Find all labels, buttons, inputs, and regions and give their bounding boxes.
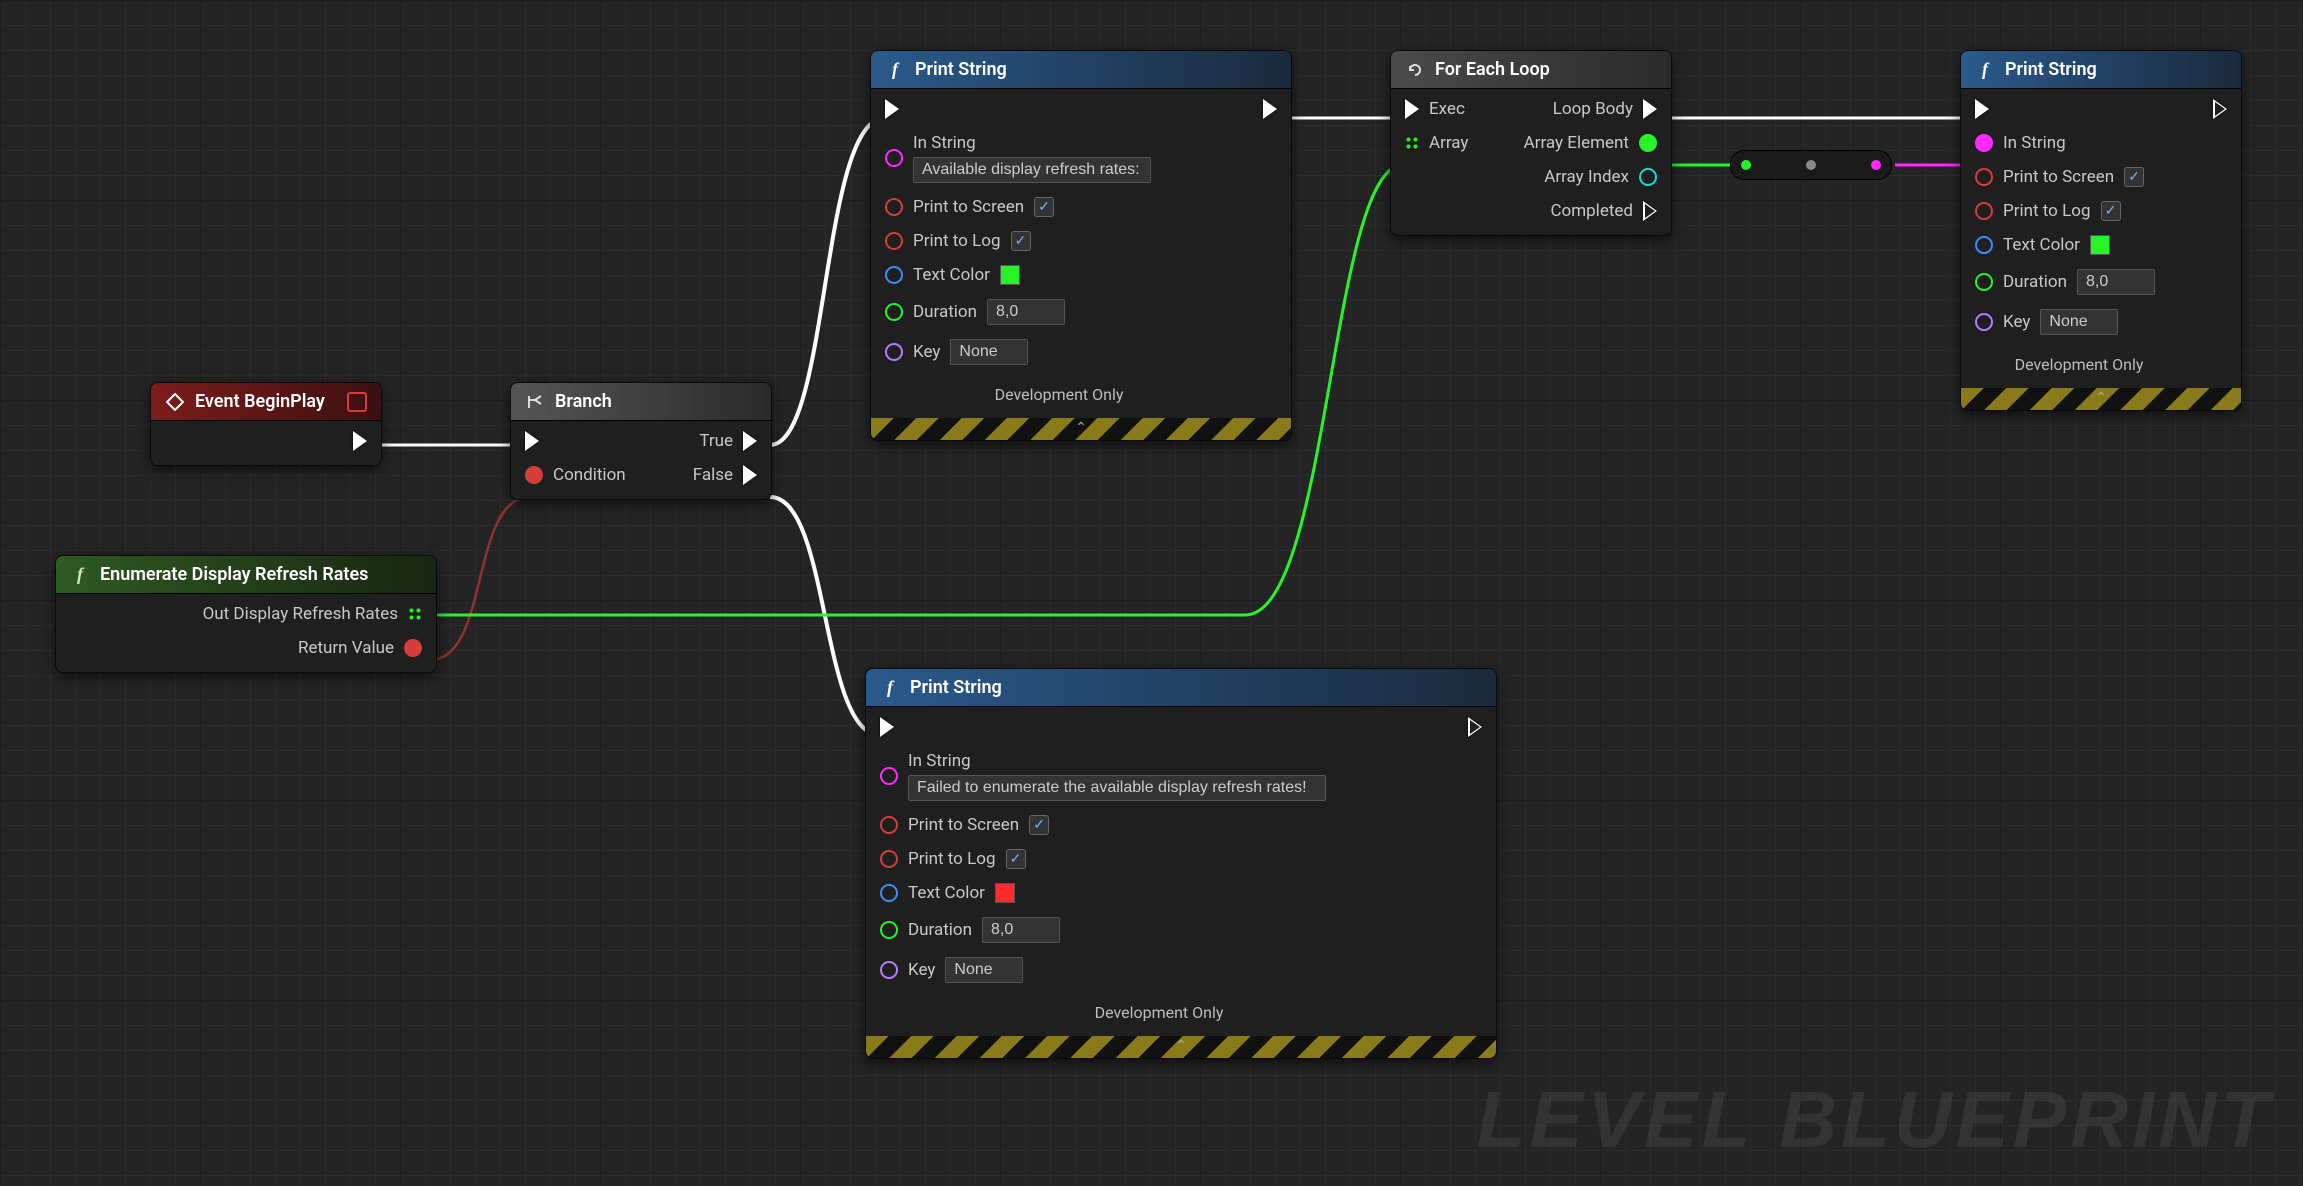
- exec-in-pin[interactable]: [1975, 99, 2183, 119]
- dev-only-label: Development Only: [880, 1003, 1438, 1022]
- node-header[interactable]: For Each Loop: [1391, 51, 1671, 89]
- node-print-string-3[interactable]: f Print String In String Print to Screen…: [1960, 50, 2242, 411]
- color-swatch[interactable]: [2090, 235, 2110, 255]
- exec-out-pin[interactable]: [353, 431, 367, 451]
- loop-body-pin[interactable]: Loop Body: [1553, 99, 1657, 119]
- collapse-chevron-icon[interactable]: ⌃: [866, 1038, 1496, 1054]
- node-print-string-1[interactable]: f Print String In String Print to Screen…: [870, 50, 1292, 441]
- return-value-pin[interactable]: Return Value: [298, 638, 422, 658]
- duration-pin[interactable]: Duration: [1975, 269, 2183, 295]
- key-input[interactable]: [2040, 309, 2118, 335]
- completed-pin[interactable]: Completed: [1550, 201, 1657, 221]
- delegate-pin[interactable]: [347, 392, 367, 412]
- function-icon: f: [1975, 60, 1995, 80]
- function-icon: f: [70, 565, 90, 585]
- duration-pin[interactable]: Duration: [880, 917, 1438, 943]
- key-input[interactable]: [950, 339, 1028, 365]
- node-title: Branch: [555, 391, 612, 412]
- blueprint-graph[interactable]: Event BeginPlay Branch Condition True Fa…: [0, 0, 2303, 1186]
- duration-input[interactable]: [987, 299, 1065, 325]
- function-icon: f: [880, 678, 900, 698]
- duration-pin[interactable]: Duration: [885, 299, 1233, 325]
- loop-icon: [1405, 60, 1425, 80]
- key-pin[interactable]: Key: [885, 339, 1233, 365]
- collapse-chevron-icon[interactable]: ⌃: [871, 420, 1291, 436]
- print-screen-pin[interactable]: Print to Screen ✓: [885, 197, 1233, 217]
- node-title: For Each Loop: [1435, 59, 1550, 80]
- node-header[interactable]: f Print String: [866, 669, 1496, 707]
- mid-dot: [1806, 160, 1816, 170]
- node-title: Print String: [2005, 59, 2097, 80]
- print-log-pin[interactable]: Print to Log ✓: [1975, 201, 2183, 221]
- node-header[interactable]: f Print String: [871, 51, 1291, 89]
- print-log-pin[interactable]: Print to Log ✓: [880, 849, 1438, 869]
- node-header[interactable]: Branch: [511, 383, 771, 421]
- print-screen-pin[interactable]: Print to Screen ✓: [880, 815, 1438, 835]
- array-pin[interactable]: Array: [1405, 133, 1468, 153]
- key-pin[interactable]: Key: [880, 957, 1438, 983]
- text-color-pin[interactable]: Text Color: [885, 265, 1233, 285]
- exec-out-pin[interactable]: [2213, 99, 2227, 119]
- node-foreach-loop[interactable]: For Each Loop Exec Array Loop Body Array…: [1390, 50, 1672, 236]
- node-header[interactable]: f Print String: [1961, 51, 2241, 89]
- graph-watermark: LEVEL BLUEPRINT: [1477, 1074, 2273, 1166]
- hazard-stripe: ⌃: [1961, 388, 2241, 410]
- node-print-string-2[interactable]: f Print String In String Print to Screen…: [865, 668, 1497, 1059]
- exec-in-pin[interactable]: [885, 99, 1233, 119]
- print-screen-checkbox[interactable]: ✓: [1029, 815, 1049, 835]
- false-pin[interactable]: False: [693, 465, 757, 485]
- event-icon: [165, 392, 185, 412]
- node-event-beginplay[interactable]: Event BeginPlay: [150, 382, 382, 466]
- node-branch[interactable]: Branch Condition True False: [510, 382, 772, 500]
- color-swatch[interactable]: [995, 883, 1015, 903]
- print-log-checkbox[interactable]: ✓: [2101, 201, 2121, 221]
- exec-out-pin[interactable]: [1263, 99, 1277, 119]
- condition-pin[interactable]: Condition: [525, 465, 626, 485]
- out-pin[interactable]: [1871, 160, 1881, 170]
- print-screen-pin[interactable]: Print to Screen ✓: [1975, 167, 2183, 187]
- key-input[interactable]: [945, 957, 1023, 983]
- branch-icon: [525, 392, 545, 412]
- text-color-pin[interactable]: Text Color: [1975, 235, 2183, 255]
- hazard-stripe: ⌃: [871, 418, 1291, 440]
- print-screen-checkbox[interactable]: ✓: [2124, 167, 2144, 187]
- node-enumerate-rates[interactable]: f Enumerate Display Refresh Rates Out Di…: [55, 555, 437, 673]
- in-string-input[interactable]: [908, 775, 1326, 801]
- print-log-pin[interactable]: Print to Log ✓: [885, 231, 1233, 251]
- dev-only-label: Development Only: [1975, 355, 2183, 374]
- node-title: Enumerate Display Refresh Rates: [100, 564, 368, 585]
- collapse-chevron-icon[interactable]: ⌃: [1961, 390, 2241, 406]
- key-pin[interactable]: Key: [1975, 309, 2183, 335]
- node-header[interactable]: f Enumerate Display Refresh Rates: [56, 556, 436, 594]
- out-rates-pin[interactable]: Out Display Refresh Rates: [203, 604, 422, 624]
- node-header[interactable]: Event BeginPlay: [151, 383, 381, 421]
- exec-in-pin[interactable]: [525, 431, 626, 451]
- exec-out-pin[interactable]: [1468, 717, 1482, 737]
- duration-input[interactable]: [2077, 269, 2155, 295]
- in-string-input[interactable]: [913, 157, 1151, 183]
- hazard-stripe: ⌃: [866, 1036, 1496, 1058]
- color-swatch[interactable]: [1000, 265, 1020, 285]
- node-title: Print String: [915, 59, 1007, 80]
- array-index-pin[interactable]: Array Index: [1544, 167, 1657, 187]
- print-log-checkbox[interactable]: ✓: [1006, 849, 1026, 869]
- text-color-pin[interactable]: Text Color: [880, 883, 1438, 903]
- dev-only-label: Development Only: [885, 385, 1233, 404]
- exec-in-pin[interactable]: Exec: [1405, 99, 1468, 119]
- duration-input[interactable]: [982, 917, 1060, 943]
- in-string-pin[interactable]: In String: [880, 751, 1438, 801]
- node-title: Event BeginPlay: [195, 391, 325, 412]
- true-pin[interactable]: True: [699, 431, 757, 451]
- in-string-pin[interactable]: In String: [1975, 133, 2183, 153]
- node-conversion[interactable]: [1730, 150, 1892, 180]
- print-screen-checkbox[interactable]: ✓: [1034, 197, 1054, 217]
- in-string-pin[interactable]: In String: [885, 133, 1233, 183]
- function-icon: f: [885, 60, 905, 80]
- print-log-checkbox[interactable]: ✓: [1011, 231, 1031, 251]
- node-title: Print String: [910, 677, 1002, 698]
- in-pin[interactable]: [1741, 160, 1751, 170]
- exec-in-pin[interactable]: [880, 717, 1438, 737]
- array-element-pin[interactable]: Array Element: [1524, 133, 1657, 153]
